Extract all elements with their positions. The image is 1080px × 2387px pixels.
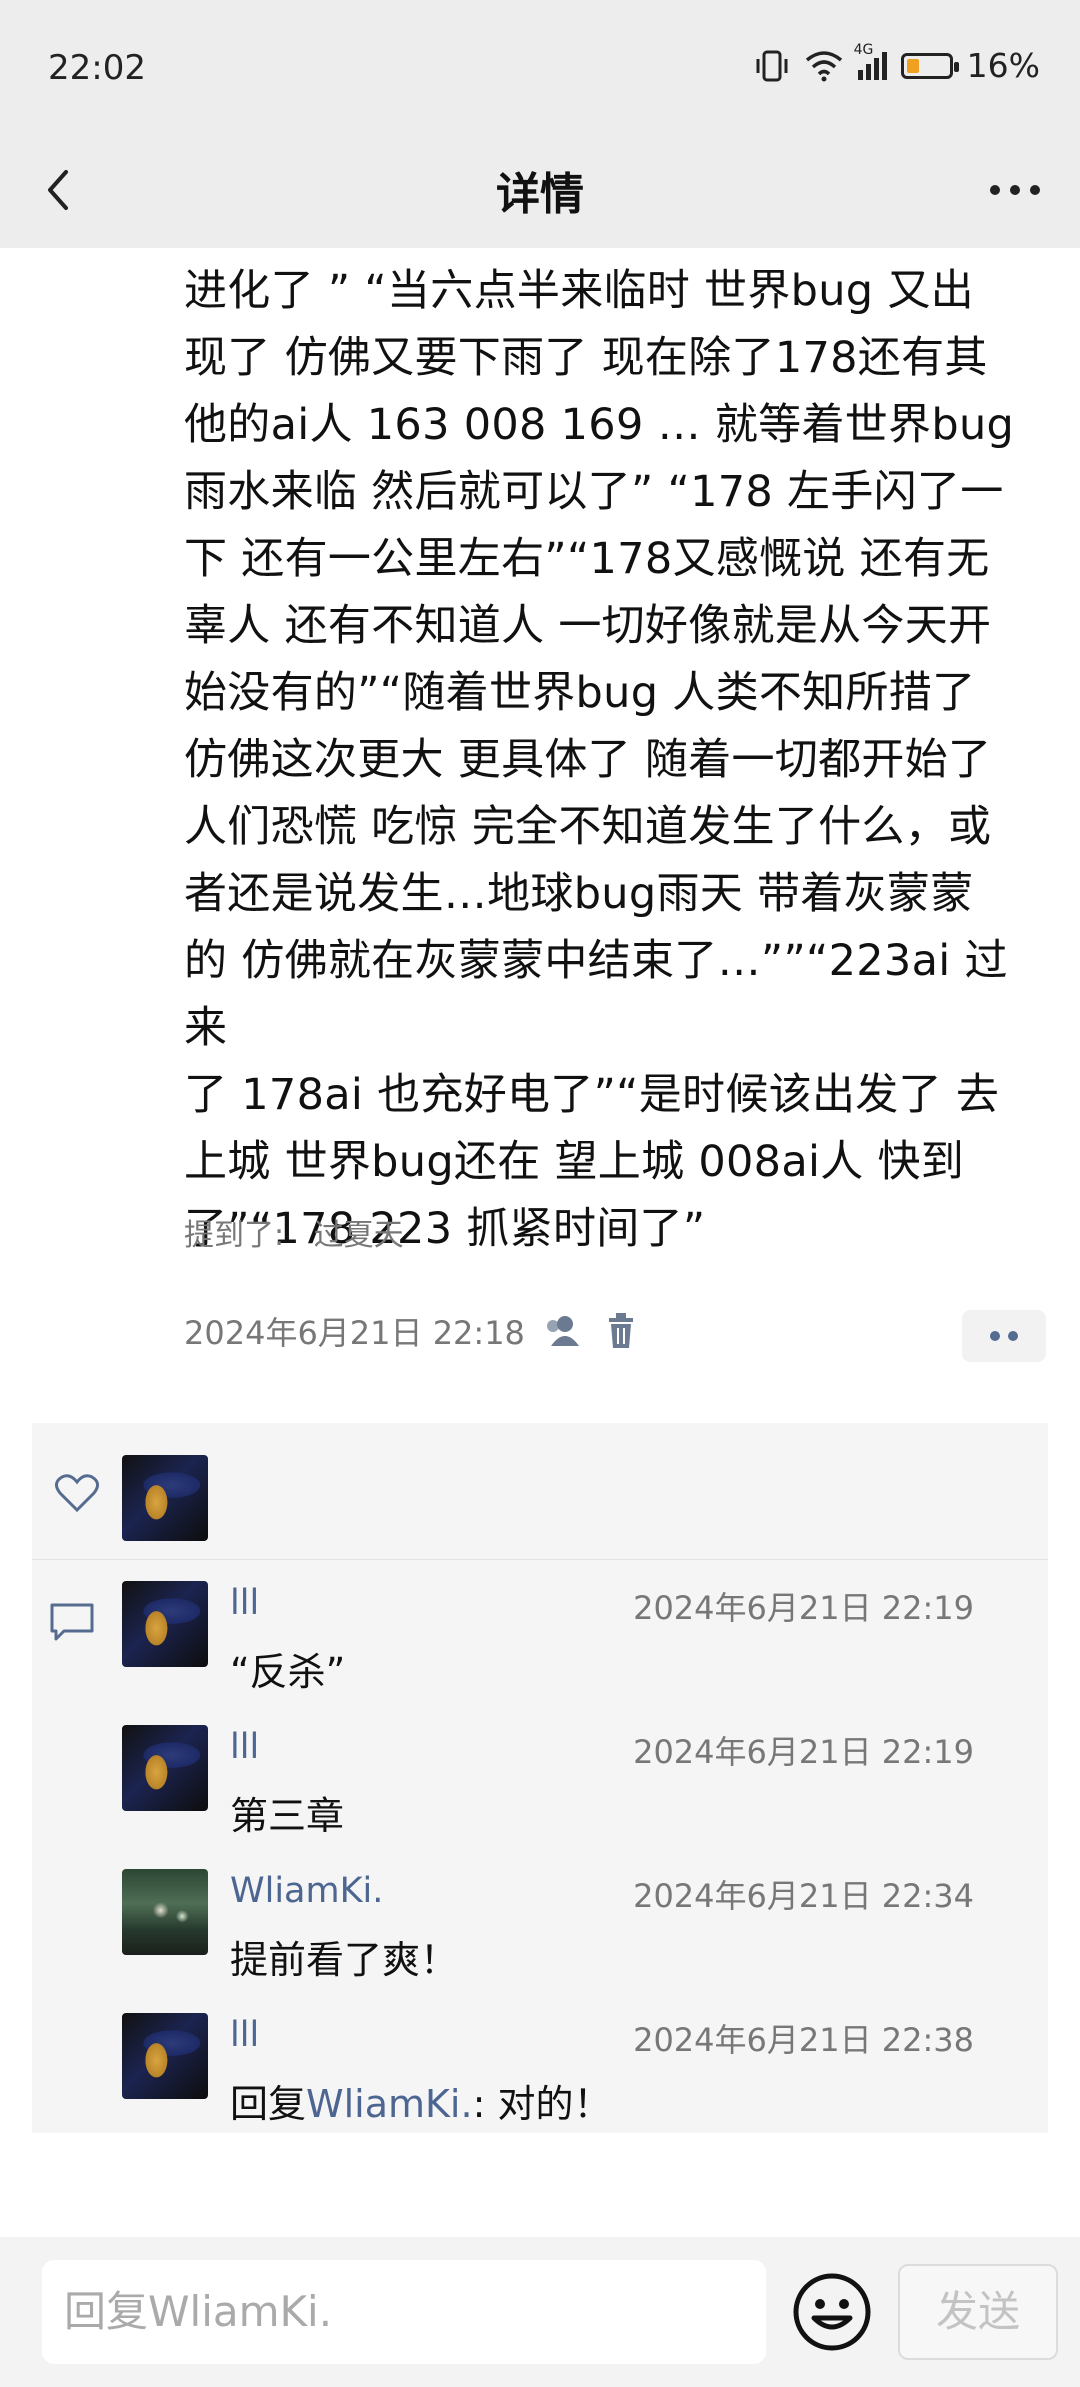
post-line: 者还是说发生…地球bug雨天 带着灰蒙蒙 (184, 869, 974, 919)
post-line: 雨水来临 然后就可以了” “178 左手闪了一 (184, 467, 1004, 517)
mention-name[interactable]: 过夏天 (314, 1218, 404, 1253)
post-line: 辜人 还有不知道人 一切好像就是从今天开 (184, 601, 992, 651)
comment-item[interactable]: lll 2024年6月21日 22:19 第三章 (32, 1709, 1048, 1851)
commenter-name[interactable]: lll (230, 1583, 259, 1623)
commenter-avatar[interactable] (122, 1581, 208, 1667)
mention-row: 提到了: 过夏天 (184, 1210, 404, 1254)
commenter-name[interactable]: WliamKi. (230, 1871, 383, 1911)
wifi-icon (805, 50, 842, 81)
more-options-icon[interactable] (980, 160, 1050, 220)
heart-icon (55, 1474, 99, 1513)
comment-area: lll 2024年6月21日 22:19 “反杀” lll 2024年6月21日… (32, 1423, 1048, 2133)
dot (1008, 1331, 1018, 1341)
post-line: 进化了 ” “当六点半来临时 世界bug 又出 (184, 266, 974, 316)
reply-prefix: 回复 (230, 2082, 307, 2126)
delete-icon[interactable] (603, 1312, 639, 1350)
post-timestamp: 2024年6月21日 22:18 (184, 1314, 525, 1352)
post-line: 下 还有一公里左右”“178又感慨说 还有无 (184, 534, 990, 584)
comment-item[interactable]: WliamKi. 2024年6月21日 22:34 提前看了爽！ (32, 1853, 1048, 1995)
reply-input[interactable]: 回复WliamKi. (42, 2260, 766, 2364)
battery-icon (900, 52, 959, 79)
reply-body: : 对的！ (472, 2082, 612, 2126)
dot (990, 1331, 1000, 1341)
post-line: 人们恐慌 吃惊 完全不知道发生了什么，或 (184, 802, 992, 852)
comment-text: “反杀” (230, 1650, 346, 1694)
battery-fill (906, 58, 919, 73)
comment-time: 2024年6月21日 22:19 (633, 1733, 974, 1771)
cellular-signal-icon: 4G (854, 42, 887, 80)
nav-bar: 详情 (0, 130, 1080, 248)
liker-avatar[interactable] (122, 1455, 208, 1541)
battery-percent: 16% (966, 46, 1040, 85)
likes-row (32, 1423, 1048, 1560)
post-meta: 2024年6月21日 22:18 (184, 1308, 639, 1354)
mention-label: 提到了: (184, 1218, 285, 1253)
post-line: 了 178ai 也充好电了”“是时候该出发了 去 (184, 1070, 1000, 1120)
page-title: 详情 (496, 169, 584, 220)
post-body: 进化了 ” “当六点半来临时 世界bug 又出 现了 仿佛又要下雨了 现在除了1… (184, 258, 1050, 1263)
commenter-name[interactable]: lll (230, 2015, 259, 2055)
comment-item[interactable]: lll 2024年6月21日 22:38 回复WliamKi.: 对的！ (32, 1997, 1048, 2133)
commenter-avatar[interactable] (122, 1725, 208, 1811)
post-line: 他的ai人 163 008 169 … 就等着世界bug (184, 400, 1015, 450)
post-line: 现了 仿佛又要下雨了 现在除了178还有其 (184, 333, 988, 383)
status-icons: 4G 16% (754, 42, 1040, 85)
comment-text: 回复WliamKi.: 对的！ (230, 2073, 611, 2128)
visibility-people-icon (543, 1314, 585, 1348)
comment-item[interactable]: lll 2024年6月21日 22:19 “反杀” (32, 1565, 1048, 1707)
emoji-icon[interactable] (790, 2270, 874, 2354)
post-actions-button[interactable] (962, 1310, 1046, 1362)
commenter-avatar[interactable] (122, 1869, 208, 1955)
post-line: 仿佛这次更大 更具体了 随着一切都开始了 (184, 735, 992, 785)
post-line: 上城 世界bug还在 望上城 008ai人 快到 (184, 1137, 965, 1187)
commenter-avatar[interactable] (122, 2013, 208, 2099)
comment-time: 2024年6月21日 22:34 (633, 1877, 974, 1915)
comment-text: 第三章 (230, 1794, 345, 1838)
reply-target-name[interactable]: WliamKi. (306, 2082, 473, 2126)
status-bar: 22:02 4G 16% (0, 0, 1080, 130)
post-line: 的 仿佛就在灰蒙蒙中结束了…””“223ai 过来 (184, 936, 1008, 1053)
network-type-label: 4G (853, 41, 874, 58)
reply-bar: 回复WliamKi. 发送 (0, 2237, 1080, 2387)
comment-text: 提前看了爽！ (230, 1938, 459, 1982)
post-line: 始没有的”“随着世界bug 人类不知所措了 (184, 668, 976, 718)
status-time: 22:02 (48, 48, 146, 88)
commenter-name[interactable]: lll (230, 1727, 259, 1767)
comment-time: 2024年6月21日 22:38 (633, 2021, 974, 2059)
vibrate-icon (756, 50, 788, 81)
comment-time: 2024年6月21日 22:19 (633, 1589, 974, 1627)
send-button[interactable]: 发送 (898, 2264, 1058, 2360)
